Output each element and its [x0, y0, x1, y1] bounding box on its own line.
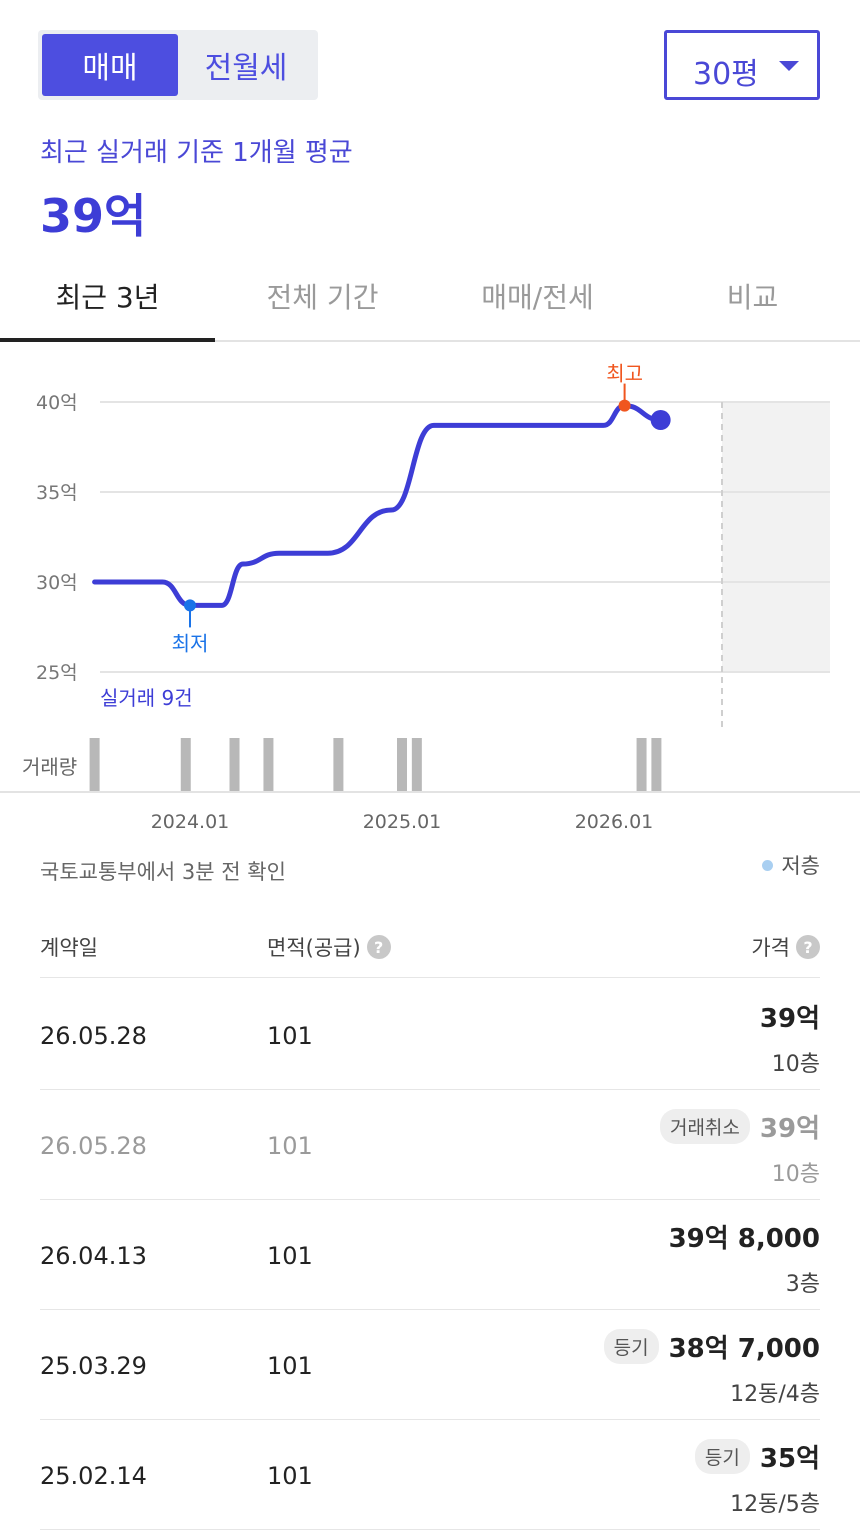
- row-floor: 10층: [771, 1162, 820, 1187]
- tab-compare[interactable]: 비교: [645, 276, 860, 316]
- volume-bar: [180, 738, 191, 792]
- row-floor: 12동/5층: [730, 1492, 820, 1517]
- row-area: 101: [267, 1352, 313, 1380]
- x-axis-tick-label: 2025.01: [363, 811, 442, 833]
- tab-recent-3-years[interactable]: 최근 3년: [0, 276, 215, 316]
- size-dropdown-value: 30평: [693, 57, 759, 92]
- row-area: 101: [267, 1462, 313, 1490]
- status-badge: 등기: [603, 1329, 659, 1364]
- row-area: 101: [267, 1132, 313, 1160]
- row-date: 25.03.29: [40, 1352, 147, 1380]
- y-axis-tick-label: 40억: [36, 392, 78, 414]
- row-area: 101: [267, 1242, 313, 1270]
- volume-bar: [651, 738, 662, 792]
- volume-bar: [229, 738, 240, 792]
- row-floor: 3층: [785, 1272, 820, 1297]
- x-axis-tick-label: 2024.01: [151, 811, 230, 833]
- row-price: 39억: [759, 1114, 820, 1144]
- status-badge: 거래취소: [659, 1109, 750, 1144]
- header-date-label: 계약일: [40, 936, 98, 960]
- row-date: 26.05.28: [40, 1022, 147, 1050]
- row-price-line: 등기 38억 7,000: [603, 1328, 820, 1365]
- row-floor: 10층: [771, 1052, 820, 1077]
- legend-dot-icon: [762, 859, 774, 871]
- status-badge: 등기: [694, 1439, 750, 1474]
- row-price-line: 등기 35억: [694, 1438, 820, 1475]
- table-row[interactable]: 25.03.29 101 등기 38억 7,000 12동/4층: [40, 1310, 820, 1420]
- segment-sale-button[interactable]: 매매: [42, 34, 178, 96]
- x-axis-tick-label: 2026.01: [575, 811, 654, 833]
- header-price: 가격 ?: [751, 932, 820, 962]
- average-price-value: 39억: [40, 189, 147, 243]
- segment-rent-button[interactable]: 전월세: [178, 34, 314, 96]
- row-price: 38억 7,000: [668, 1334, 820, 1364]
- size-dropdown[interactable]: 30평: [664, 30, 820, 100]
- volume-bar: [397, 738, 407, 792]
- table-row[interactable]: 25.02.14 101 등기 35억 12동/5층: [40, 1420, 820, 1530]
- max-label: 최고: [606, 362, 643, 386]
- row-price-line: 39억 8,000: [669, 1218, 820, 1255]
- floor-legend: 저층: [762, 850, 820, 880]
- average-price-label: 최근 실거래 기준 1개월 평균: [40, 138, 353, 168]
- volume-bar: [333, 738, 344, 792]
- tab-sale-jeonse[interactable]: 매매/전세: [430, 276, 645, 316]
- help-icon[interactable]: ?: [366, 935, 391, 959]
- period-tabs: 최근 3년 전체 기간 매매/전세 비교: [0, 262, 860, 342]
- row-price-line: 39억: [760, 998, 820, 1035]
- trade-type-segment: 매매 전월세: [38, 30, 318, 100]
- future-shade-area: [722, 402, 830, 672]
- current-point: [650, 410, 671, 430]
- header-area: 면적(공급) ?: [267, 932, 391, 962]
- y-axis-tick-label: 35억: [36, 482, 78, 504]
- tab-all-period[interactable]: 전체 기간: [215, 276, 430, 316]
- volume-bar: [411, 738, 422, 792]
- header-date: 계약일: [40, 932, 98, 962]
- transactions-table-header: 계약일 면적(공급) ? 가격 ?: [40, 918, 820, 978]
- help-icon[interactable]: ?: [796, 935, 820, 959]
- row-price: 39억 8,000: [668, 1224, 820, 1254]
- min-label: 최저: [172, 631, 209, 655]
- legend-label: 저층: [781, 854, 820, 878]
- price-line-series: [92, 403, 664, 608]
- row-floor: 12동/4층: [730, 1382, 820, 1407]
- y-axis-tick-label: 30억: [36, 572, 78, 594]
- row-price: 35억: [759, 1444, 820, 1474]
- header-area-label: 면적(공급): [267, 936, 361, 960]
- y-axis-tick-label: 25억: [36, 662, 78, 684]
- data-source-text: 국토교통부에서 3분 전 확인: [40, 860, 286, 884]
- volume-bar: [263, 738, 274, 792]
- table-row[interactable]: 26.05.28 101 39억 10층: [40, 980, 820, 1090]
- row-date: 25.02.14: [40, 1462, 147, 1490]
- row-area: 101: [267, 1022, 313, 1050]
- volume-bar: [89, 738, 100, 792]
- table-row[interactable]: 26.05.28 101 거래취소 39억 10층: [40, 1090, 820, 1200]
- table-row[interactable]: 26.04.13 101 39억 8,000 3층: [40, 1200, 820, 1310]
- caret-down-icon: [779, 61, 799, 71]
- volume-bar: [636, 738, 647, 792]
- trade-count-label: 실거래 9건: [100, 686, 193, 710]
- row-date: 26.05.28: [40, 1132, 147, 1160]
- header-price-label: 가격: [751, 936, 790, 960]
- price-chart[interactable]: 40억 35억 30억 25억 최고최저 실거래 9건 거래량 2024.01 2025…: [0, 342, 860, 842]
- min-point: [184, 599, 196, 612]
- max-point: [618, 399, 631, 412]
- row-price: 39억: [759, 1004, 820, 1034]
- row-price-line: 거래취소 39억: [659, 1108, 820, 1145]
- volume-label: 거래량: [22, 755, 77, 779]
- row-date: 26.04.13: [40, 1242, 147, 1270]
